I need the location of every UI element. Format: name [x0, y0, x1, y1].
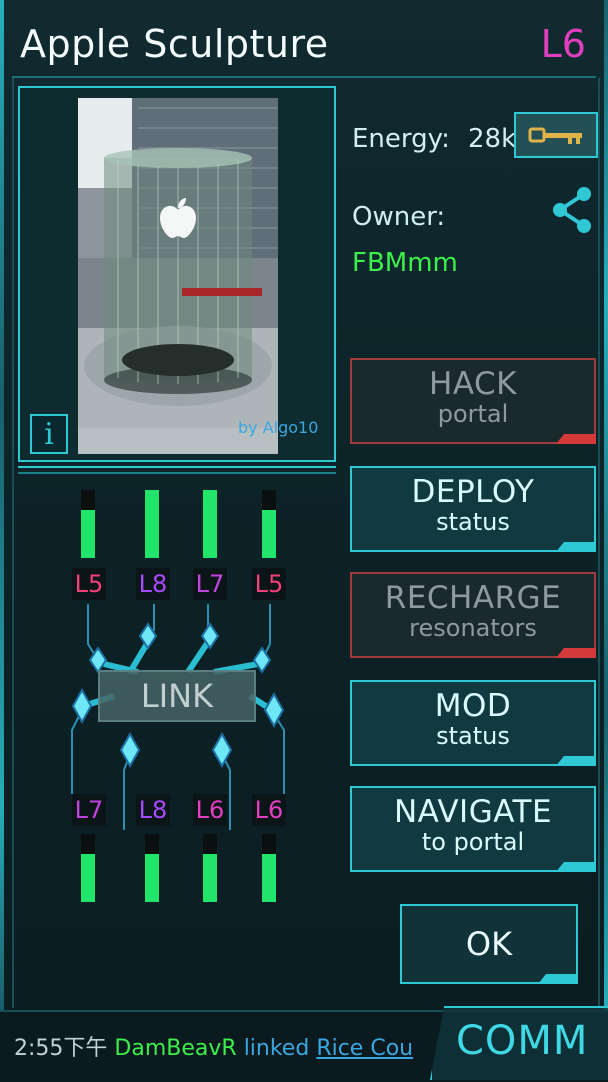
resonator-level-label: L8 — [136, 568, 170, 600]
resonator-level-label: L5 — [252, 568, 286, 600]
energy-label: Energy: — [352, 124, 450, 154]
resonator-energy-bar — [203, 490, 217, 558]
button-corner-accent — [538, 974, 578, 984]
share-icon[interactable] — [550, 186, 594, 234]
button-corner-accent — [556, 862, 596, 872]
resonator-energy-fill — [145, 854, 159, 902]
resonator-energy-bar — [262, 490, 276, 558]
key-button[interactable] — [514, 112, 598, 158]
resonator-energy-fill — [81, 510, 95, 558]
recharge-button-sublabel: resonators — [409, 614, 537, 642]
resonator-energy-bar — [262, 834, 276, 902]
resonator-level-label: L6 — [193, 794, 227, 826]
photo-credit[interactable]: by Algo10 — [238, 418, 318, 437]
portal-level-badge: L6 — [540, 22, 586, 66]
resonator-level-label: L7 — [72, 794, 106, 826]
ok-button-label: OK — [465, 925, 513, 963]
portal-photo-image — [78, 98, 278, 454]
resonator-energy-bar — [145, 834, 159, 902]
right-frame-edge — [604, 0, 608, 1010]
owner-name[interactable]: FBMmm — [352, 248, 458, 278]
info-button[interactable]: i — [30, 414, 68, 454]
button-corner-accent — [556, 648, 596, 658]
deploy-button-sublabel: status — [436, 508, 510, 536]
photo-frame-underline — [18, 466, 336, 474]
navigate-button-label: NAVIGATE — [393, 794, 553, 830]
navigate-button-sublabel: to portal — [421, 828, 525, 856]
comm-portal-link[interactable]: Rice Cou — [316, 1036, 413, 1061]
recharge-button-label: RECHARGE — [384, 580, 562, 616]
resonator-energy-bar — [203, 834, 217, 902]
comm-time: 2:55下午 — [14, 1036, 108, 1061]
resonator-level-label: L8 — [136, 794, 170, 826]
ok-button[interactable]: OK — [400, 904, 578, 984]
resonator-energy-fill — [262, 854, 276, 902]
mod-status-button[interactable]: MOD status — [350, 680, 596, 766]
deploy-status-button[interactable]: DEPLOY status — [350, 466, 596, 552]
resonator-level-label: L7 — [193, 568, 227, 600]
title-bar: Apple Sculpture L6 — [12, 10, 596, 78]
energy-value: 28k — [468, 124, 517, 154]
resonator-energy-fill — [262, 510, 276, 558]
resonator-energy-bar — [81, 490, 95, 558]
comm-action: linked — [243, 1036, 310, 1061]
hack-portal-button[interactable]: HACK portal — [350, 358, 596, 444]
mod-button-sublabel: status — [436, 722, 510, 750]
owner-label: Owner: — [352, 202, 446, 232]
recharge-resonators-button[interactable]: RECHARGE resonators — [350, 572, 596, 658]
mod-button-label: MOD — [434, 688, 512, 724]
resonator-energy-fill — [145, 490, 159, 558]
hack-button-label: HACK — [429, 366, 517, 402]
button-corner-accent — [556, 434, 596, 444]
portal-photo-frame: i by Algo10 — [18, 86, 336, 462]
resonator-level-label: L5 — [72, 568, 106, 600]
resonator-level-label: L6 — [252, 794, 286, 826]
comm-agent-name[interactable]: DamBeavR — [114, 1036, 236, 1061]
button-corner-accent — [556, 542, 596, 552]
left-frame-edge — [0, 0, 4, 1010]
hack-button-sublabel: portal — [437, 400, 509, 428]
button-corner-accent — [556, 756, 596, 766]
deploy-button-label: DEPLOY — [411, 474, 535, 510]
comm-tab-label[interactable]: COMM — [456, 1018, 588, 1064]
comm-message[interactable]: 2:55下午 DamBeavR linked Rice Cou — [14, 1030, 413, 1062]
resonator-energy-fill — [203, 490, 217, 558]
portal-photo[interactable] — [78, 98, 278, 454]
resonator-energy-bar — [145, 490, 159, 558]
resonator-energy-fill — [81, 854, 95, 902]
resonator-energy-bar — [81, 834, 95, 902]
key-icon — [528, 127, 582, 144]
link-button[interactable]: LINK — [98, 670, 256, 722]
portal-title: Apple Sculpture — [20, 22, 329, 66]
resonator-energy-fill — [203, 854, 217, 902]
navigate-to-portal-button[interactable]: NAVIGATE to portal — [350, 786, 596, 872]
